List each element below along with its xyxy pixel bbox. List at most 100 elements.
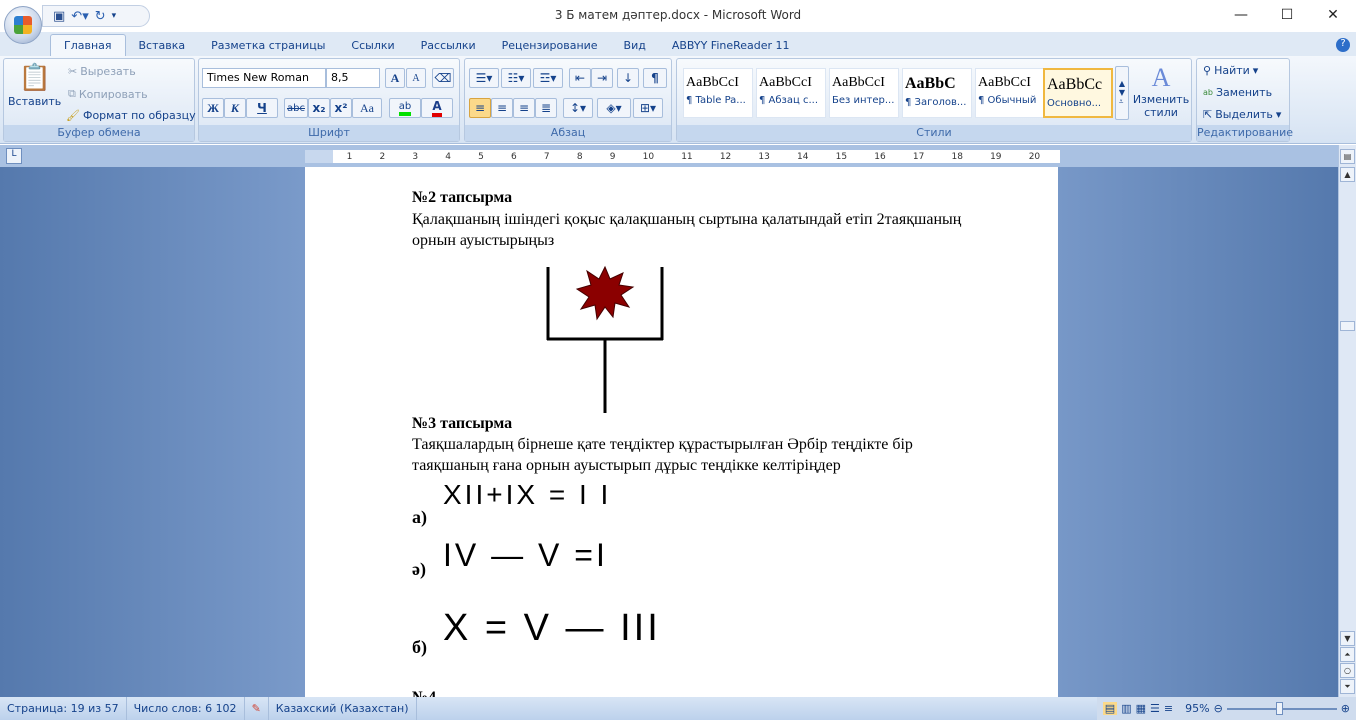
web-layout-icon[interactable]: ▦ [1136, 702, 1146, 715]
highlight-button[interactable]: ab [389, 98, 421, 118]
print-layout-icon[interactable]: ▤ [1102, 702, 1118, 715]
tab-selector-icon[interactable]: L [6, 148, 22, 164]
outline-icon[interactable]: ☰ [1150, 702, 1160, 715]
ribbon-tabs: Главная Вставка Разметка страницы Ссылки… [0, 32, 1356, 56]
style-table-paragraph[interactable]: AaBbCcI ¶ Table Pa... [683, 68, 753, 118]
tab-references[interactable]: Ссылки [338, 35, 407, 56]
bold-button[interactable]: Ж [202, 98, 224, 118]
page-count[interactable]: Страница: 19 из 57 [0, 697, 127, 720]
previous-page-button[interactable]: ⏶ [1340, 647, 1355, 662]
strikethrough-button[interactable]: abc [284, 98, 308, 118]
equation-b: X = V — III [443, 607, 661, 649]
styles-scroll[interactable]: ▲ ▼ ⩡ [1115, 66, 1129, 120]
horizontal-ruler[interactable]: 1 2 3 4 5 6 7 8 9 10 11 12 13 14 15 16 17 18 19 20 [305, 150, 1060, 163]
style-heading[interactable]: AaBbC ¶ Заголов... [902, 68, 972, 118]
shading-icon[interactable]: ◈▾ [597, 98, 631, 118]
tab-view[interactable]: Вид [611, 35, 659, 56]
justify-icon[interactable]: ≣ [535, 98, 557, 118]
replace-icon: ab [1203, 88, 1213, 97]
select-browse-object-button[interactable]: ○ [1340, 663, 1355, 678]
find-button[interactable]: ⚲ Найти ▾ [1203, 64, 1258, 77]
tab-review[interactable]: Рецензирование [489, 35, 611, 56]
shrink-font-button[interactable]: A [406, 68, 426, 88]
underline-button[interactable]: Ч [246, 98, 278, 118]
save-icon[interactable]: ▣ [53, 9, 65, 24]
font-family-select[interactable]: Times New Roman [202, 68, 326, 88]
multilevel-list-icon[interactable]: ☲▾ [533, 68, 563, 88]
zoom-in-button[interactable]: ⊕ [1341, 702, 1350, 715]
italic-button[interactable]: К [224, 98, 246, 118]
vertical-scrollbar[interactable]: ▤ ▲ ▼ ⏶ ○ ⏷ [1338, 145, 1356, 697]
copy-button[interactable]: ⧉ Копировать [68, 87, 148, 101]
show-marks-button[interactable]: ¶ [643, 68, 667, 88]
language[interactable]: Казахский (Казахстан) [269, 697, 417, 720]
ruler-tick-label: 12 [719, 151, 732, 162]
style-no-spacing[interactable]: AaBbCcI Без интер... [829, 68, 899, 118]
sort-icon[interactable]: ↓ [617, 68, 639, 88]
next-page-button[interactable]: ⏷ [1340, 679, 1355, 694]
editing-group: ⚲ Найти ▾ ab Заменить ⇱ Выделить ▾ Редактиров… [1196, 58, 1293, 142]
cut-button[interactable]: ✂ Вырезать [68, 65, 136, 78]
zoom-level[interactable]: 95% [1185, 702, 1209, 715]
scroll-down-button[interactable]: ▼ [1340, 631, 1355, 646]
font-size-select[interactable]: 8,5 [326, 68, 380, 88]
task2-text-line1: Қалақшаның ішіндегі қоқыс қалақшаның сыр… [412, 211, 962, 228]
replace-button[interactable]: ab Заменить [1203, 86, 1272, 99]
style-normal[interactable]: AaBbCcI ¶ Обычный [975, 68, 1045, 118]
bullets-icon[interactable]: ☰▾ [469, 68, 499, 88]
styles-group: AaBbCcI ¶ Table Pa... AaBbCcI ¶ Абзац с...… [676, 58, 1192, 142]
zoom-slider-thumb[interactable] [1275, 701, 1283, 715]
minimize-button[interactable]: — [1218, 0, 1264, 30]
align-left-icon[interactable]: ≡ [469, 98, 491, 118]
tab-abbyy[interactable]: ABBYY FineReader 11 [659, 35, 803, 56]
customize-qat-icon[interactable]: ▾ [112, 11, 117, 21]
equation-b-label: б) [412, 637, 427, 657]
zoom-slider[interactable] [1226, 701, 1337, 715]
redo-icon[interactable]: ↻ [95, 9, 106, 24]
ruler-toggle-icon[interactable]: ▤ [1340, 149, 1355, 164]
font-color-button[interactable]: A [421, 98, 453, 118]
align-center-icon[interactable]: ≡ [491, 98, 513, 118]
decrease-indent-icon[interactable]: ⇤ [569, 68, 591, 88]
subscript-button[interactable]: x₂ [308, 98, 330, 118]
tab-page-layout[interactable]: Разметка страницы [198, 35, 338, 56]
ruler-tick-label: 20 [1028, 151, 1041, 162]
change-case-button[interactable]: Aa [352, 98, 382, 118]
clear-formatting-icon[interactable]: ⌫ [432, 68, 454, 88]
paste-button[interactable]: 📋 Вставить [8, 63, 61, 108]
align-right-icon[interactable]: ≡ [513, 98, 535, 118]
tab-insert[interactable]: Вставка [126, 35, 199, 56]
close-button[interactable]: ✕ [1310, 0, 1356, 30]
style-list-paragraph[interactable]: AaBbCcI ¶ Абзац с... [756, 68, 826, 118]
scroll-thumb[interactable] [1340, 321, 1355, 331]
change-styles-button[interactable]: A Изменить стили [1133, 63, 1189, 119]
office-button[interactable] [4, 6, 42, 44]
tab-home[interactable]: Главная [50, 34, 126, 56]
help-icon[interactable]: ? [1336, 38, 1350, 52]
borders-icon[interactable]: ⊞▾ [633, 98, 663, 118]
maximize-button[interactable]: ☐ [1264, 0, 1310, 30]
tab-mailings[interactable]: Рассылки [408, 35, 489, 56]
document-page[interactable]: №2 тапсырма Қалақшаның ішіндегі қоқыс қа… [305, 167, 1058, 706]
ruler-tick-label: 9 [609, 151, 616, 162]
styles-group-label: Стили [677, 125, 1191, 141]
grow-font-button[interactable]: A [385, 68, 405, 88]
select-button[interactable]: ⇱ Выделить ▾ [1203, 108, 1281, 121]
equation-a-label: а) [412, 507, 427, 527]
scroll-up-button[interactable]: ▲ [1340, 167, 1355, 182]
format-painter-button[interactable]: 🖌 Формат по образцу [66, 109, 196, 122]
zoom-out-button[interactable]: ⊖ [1214, 702, 1223, 715]
undo-icon[interactable]: ↶▾ [71, 9, 88, 24]
draft-icon[interactable]: ≡ [1164, 702, 1173, 715]
increase-indent-icon[interactable]: ⇥ [591, 68, 613, 88]
style-main-text-selected[interactable]: AaBbCc Основно... [1043, 68, 1113, 118]
superscript-button[interactable]: x² [330, 98, 352, 118]
word-count[interactable]: Число слов: 6 102 [127, 697, 245, 720]
line-spacing-icon[interactable]: ↕▾ [563, 98, 593, 118]
full-screen-reading-icon[interactable]: ▥ [1121, 702, 1131, 715]
ruler-tick-label: 3 [412, 151, 419, 162]
numbering-icon[interactable]: ☷▾ [501, 68, 531, 88]
proofing-icon[interactable]: ✎ [245, 697, 269, 720]
ruler-tick-label: 6 [511, 151, 517, 162]
window-title: 3 Б матем дәптер.docx - Microsoft Word [554, 8, 802, 22]
